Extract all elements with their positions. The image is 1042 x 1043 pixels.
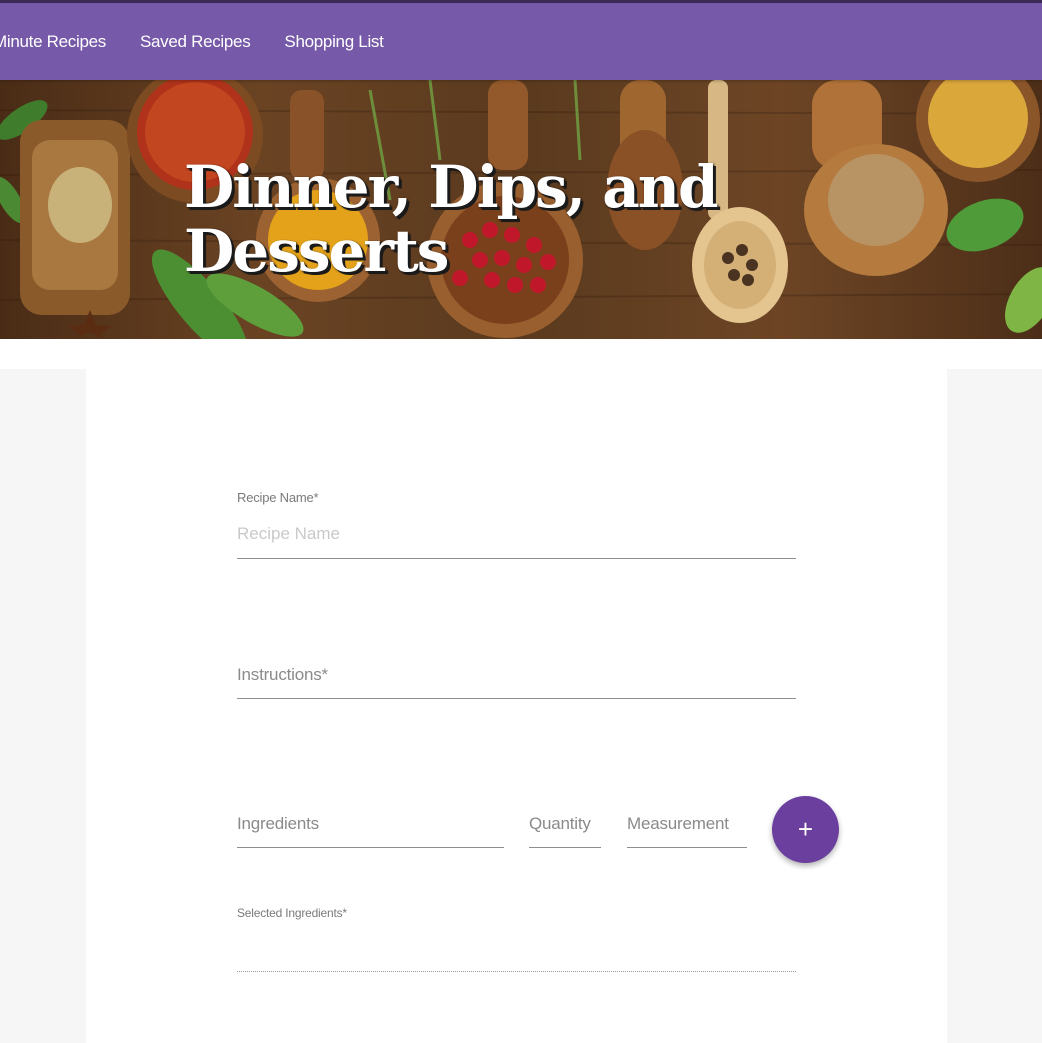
recipe-name-input[interactable] [237,524,796,559]
hero-title-line1: Dinner, Dips, and [184,153,719,221]
ingredients-input[interactable] [237,847,504,848]
hero-title-line2: Desserts [184,217,449,285]
recipe-form-card [86,369,947,1043]
top-navbar: Minute Recipes Saved Recipes Shopping Li… [0,0,1042,80]
instructions-label: Instructions* [237,665,328,684]
nav-link-shopping-list[interactable]: Shopping List [267,32,400,52]
nav-link-minute-recipes[interactable]: Minute Recipes [0,32,123,52]
quantity-label: Quantity [529,814,591,833]
nav-links: Minute Recipes Saved Recipes Shopping Li… [0,32,401,52]
hero-title: Dinner, Dips, and Desserts [184,155,744,283]
nav-link-saved-recipes[interactable]: Saved Recipes [123,32,267,52]
add-ingredient-button[interactable]: + [772,796,839,863]
selected-ingredients-label: Selected Ingredients* [237,906,347,920]
measurement-label: Measurement [627,814,729,833]
recipe-name-label: Recipe Name* [237,490,319,505]
quantity-input[interactable] [529,847,601,848]
selected-ingredients-field[interactable] [237,971,796,972]
plus-icon: + [797,814,814,844]
instructions-input[interactable] [237,698,796,699]
ingredients-label: Ingredients [237,814,319,833]
measurement-input[interactable] [627,847,747,848]
hero-banner: Dinner, Dips, and Desserts [0,80,1042,339]
